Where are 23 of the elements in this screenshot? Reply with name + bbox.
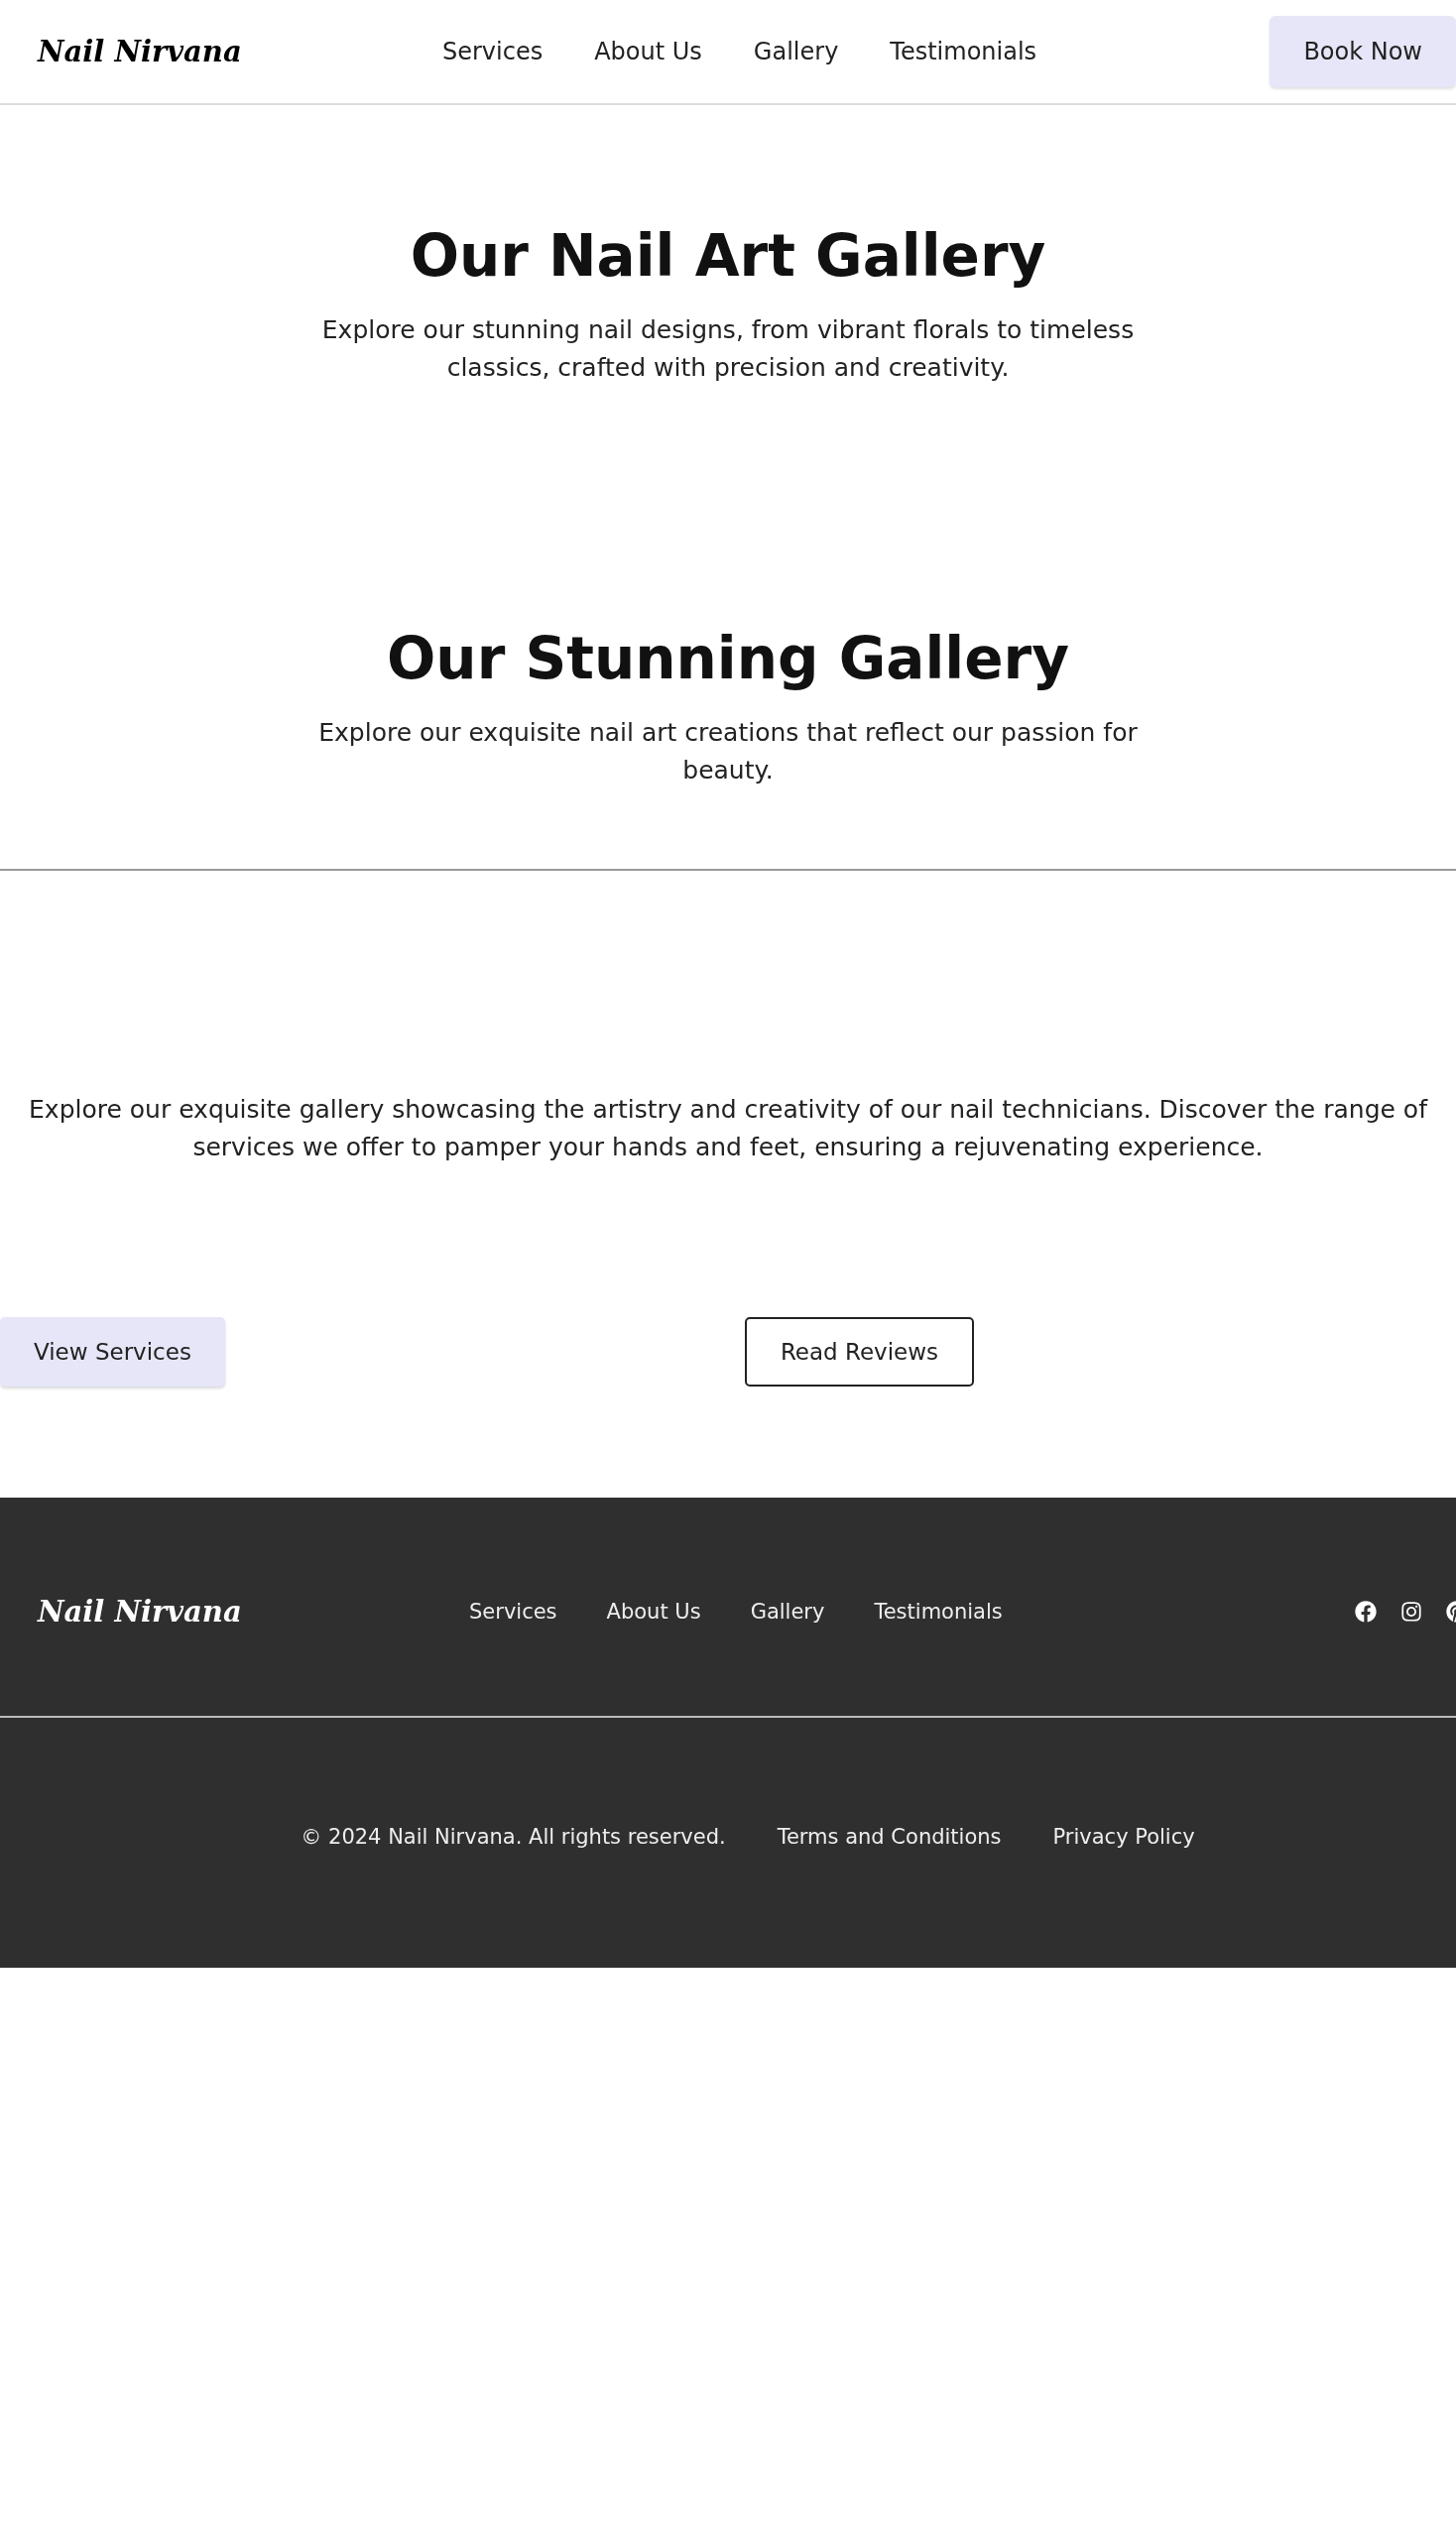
footer-link[interactable]: Privacy Policy: [1052, 1825, 1195, 1849]
read-reviews-button[interactable]: Read Reviews: [744, 1317, 975, 1387]
footer-nav-link[interactable]: Gallery: [750, 1600, 825, 1624]
book-now-button[interactable]: Book Now: [1270, 16, 1456, 87]
footer-nav-link[interactable]: About Us: [606, 1600, 701, 1624]
footer-link[interactable]: Terms and Conditions: [777, 1825, 1002, 1849]
nav-link[interactable]: Gallery: [753, 38, 839, 65]
footer-logo[interactable]: Nail Nirvana: [38, 1595, 469, 1629]
instagram-icon[interactable]: [1400, 1601, 1422, 1623]
footer-nav-link[interactable]: Testimonials: [874, 1600, 1003, 1624]
section-title: Our Stunning Gallery: [386, 625, 1070, 692]
facebook-icon[interactable]: [1355, 1601, 1377, 1623]
footer-nav-link[interactable]: Services: [469, 1600, 557, 1624]
view-services-button[interactable]: View Services: [0, 1317, 225, 1387]
section-text: Explore our exquisite nail art creations that reflect our passion for beauty.: [317, 717, 1139, 786]
description-text: Explore our exquisite gallery showcasing the artistry and creativity of our nail technicians. Discover the range of services we offer to pamper your hands and feet, ensuring a rejuvenating experience.: [28, 1094, 1429, 1163]
nav-link[interactable]: Testimonials: [890, 38, 1037, 65]
nav-link[interactable]: About Us: [594, 38, 702, 65]
intro-text: Explore our stunning nail designs, from vibrant florals to timeless classics, crafted with precision and creativity.: [320, 314, 1136, 384]
page-title: Our Nail Art Gallery: [409, 222, 1047, 290]
copyright-text: © 2024 Nail Nirvana. All rights reserved.: [301, 1825, 726, 1849]
logo[interactable]: Nail Nirvana: [38, 35, 442, 68]
nav-link[interactable]: Services: [442, 38, 544, 65]
